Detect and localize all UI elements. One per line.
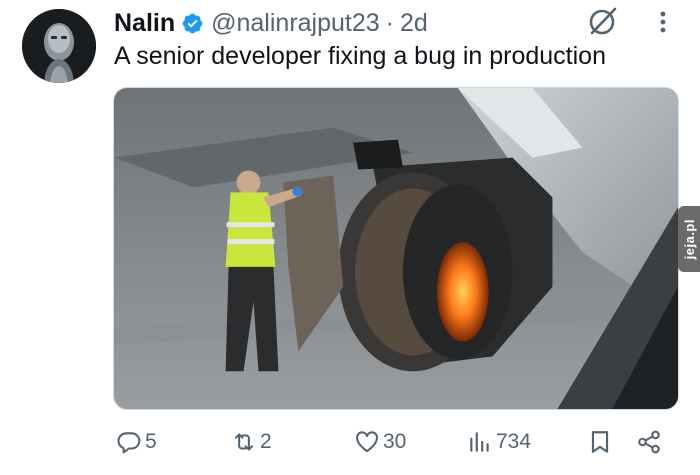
verified-badge-icon (182, 13, 203, 33)
reply-button[interactable]: 5 (116, 424, 157, 460)
repost-button[interactable]: 2 (231, 424, 272, 460)
views-button[interactable]: 734 (467, 424, 531, 460)
share-icon (638, 430, 660, 454)
bookmark-button[interactable] (587, 424, 613, 460)
avatar[interactable] (22, 9, 96, 83)
author-handle[interactable]: @nalinrajput23 (211, 9, 380, 38)
reply-count: 5 (145, 430, 157, 453)
author-name[interactable]: Nalin (114, 9, 175, 38)
tweet-text: A senior developer fixing a bug in produ… (114, 42, 606, 70)
repost-icon (234, 433, 254, 451)
like-button[interactable]: 30 (354, 424, 406, 460)
analytics-icon (470, 432, 489, 452)
separator-dot: · (385, 8, 394, 37)
share-button[interactable] (636, 424, 662, 460)
heart-icon (356, 431, 378, 453)
tweet-actions-bar: 5 2 30 734 (0, 424, 700, 464)
engine-photo (114, 88, 678, 409)
tweet-header: Nalin @nalinrajput23 · 2d (114, 5, 428, 41)
views-count: 734 (496, 430, 532, 453)
repost-count: 2 (260, 430, 272, 453)
robot-avatar-icon (22, 9, 96, 83)
jeja-watermark: jeja.pl (678, 206, 700, 272)
more-options-icon[interactable] (651, 8, 675, 36)
post-time[interactable]: 2d (400, 9, 428, 38)
reply-icon (117, 432, 141, 454)
like-count: 30 (383, 430, 407, 453)
bookmark-icon (591, 431, 609, 453)
tweet-media-image[interactable] (113, 87, 679, 410)
grok-icon[interactable] (586, 4, 620, 38)
